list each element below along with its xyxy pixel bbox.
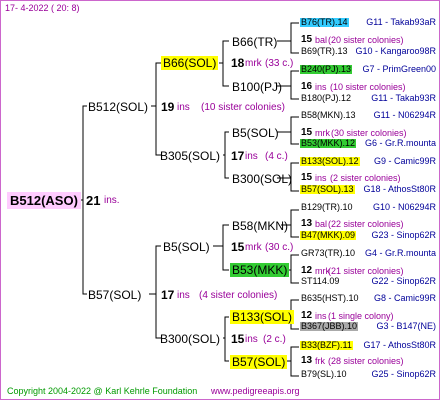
gen2-note-0: (33 c.): [265, 58, 294, 69]
gen4-node-2[interactable]: B240(PJ).13: [300, 65, 353, 74]
gen3-note-0: (20 sister colonies): [328, 35, 404, 45]
gen1-unit-1: ins: [177, 290, 190, 301]
gen3-node-1[interactable]: B100(PJ): [230, 80, 284, 94]
gen2-unit-0: mrk: [245, 58, 262, 69]
gen4-lineage-3: G11 - Takab93R: [371, 93, 436, 103]
footer-url[interactable]: www.pedigreeapis.org: [211, 387, 300, 396]
gen1-node-1[interactable]: B57(SOL): [86, 288, 143, 302]
gen2-note-3: (2 c.): [263, 334, 286, 345]
gen3-note-7: (28 sister colonies): [328, 356, 404, 366]
gen4-lineage-5: G6 - Gr.R.mounta: [364, 138, 436, 148]
gen4-node-6[interactable]: B133(SOL).12: [300, 157, 360, 166]
gen3-node-3[interactable]: B300(SOL): [230, 172, 294, 186]
gen4-lineage-0: G11 - Takab93aR: [366, 17, 436, 27]
gen2-note-1: (4 c.): [265, 151, 288, 162]
gen4-lineage-15: G25 - Sinop62R: [371, 369, 436, 379]
gen3-count-2: 15: [301, 127, 313, 138]
gen3-note-3: (2 sister colonies): [330, 173, 401, 183]
gen2-node-0[interactable]: B66(SOL): [161, 56, 219, 70]
gen2-unit-1: ins: [245, 151, 258, 162]
gen1-node-0[interactable]: B512(SOL): [86, 100, 150, 114]
gen3-count-1: 16: [301, 81, 313, 92]
gen4-node-4[interactable]: B58(MKN).13: [300, 111, 357, 120]
gen3-count-7: 13: [301, 355, 313, 366]
gen4-lineage-13: G3 - B147(NE): [376, 321, 436, 331]
gen3-node-4[interactable]: B58(MKN): [230, 219, 290, 233]
header-date: 17- 4-2022 ( 20: 8): [5, 3, 80, 13]
gen1-unit-0: ins: [177, 102, 190, 113]
gen2-count-0: 18: [231, 56, 245, 70]
gen3-unit-2: mrk: [315, 128, 330, 138]
gen3-count-0: 15: [301, 34, 313, 45]
gen1-note-0: (10 sister colonies): [201, 102, 285, 113]
gen4-node-13[interactable]: B367(JBB).10: [300, 322, 359, 331]
gen2-note-2: (30 c.): [265, 242, 294, 253]
gen3-note-6: (1 single colony): [328, 311, 394, 321]
gen1-count-0: 19: [161, 100, 175, 114]
gen3-count-4: 13: [301, 218, 313, 229]
gen3-unit-6: ins: [315, 311, 327, 321]
gen1-count-1: 17: [161, 288, 175, 302]
gen2-count-1: 17: [231, 149, 245, 163]
pedigree-frame: 17- 4-2022 ( 20: 8) B512(ASO) 21 ins. B5…: [0, 0, 440, 400]
gen2-unit-3: ins: [245, 334, 258, 345]
gen2-node-2[interactable]: B5(SOL): [161, 240, 212, 254]
gen4-lineage-14: G17 - AthosSt80R: [363, 340, 436, 350]
gen4-node-3[interactable]: B180(PJ).12: [300, 94, 352, 103]
gen4-node-10[interactable]: GR73(TR).10: [300, 249, 356, 258]
gen3-note-4: (22 sister colonies): [328, 219, 404, 229]
root-node[interactable]: B512(ASO): [7, 192, 81, 209]
root-count: 21: [86, 193, 101, 208]
gen1-note-1: (4 sister colonies): [199, 290, 278, 301]
gen3-unit-4: bal: [315, 219, 328, 229]
gen4-lineage-2: G7 - PrimGreen00: [362, 64, 436, 74]
gen2-count-2: 15: [231, 240, 245, 254]
gen3-count-5: 12: [301, 265, 313, 276]
gen2-node-1[interactable]: B305(SOL): [158, 149, 222, 163]
footer-copyright: Copyright 2004-2022 @ Karl Kehrle Founda…: [7, 386, 198, 396]
gen2-count-3: 15: [231, 332, 245, 346]
gen4-node-12[interactable]: B635(HST).10: [300, 294, 360, 303]
gen3-count-3: 15: [301, 172, 313, 183]
gen3-unit-3: ins: [315, 173, 327, 183]
gen3-unit-1: ins: [315, 82, 327, 92]
gen4-node-9[interactable]: B47(MKK).09: [300, 231, 357, 240]
gen2-node-3[interactable]: B300(SOL): [158, 332, 222, 346]
root-unit: ins.: [104, 195, 120, 206]
gen4-lineage-9: G23 - Sinop62R: [371, 230, 436, 240]
gen4-node-15[interactable]: B79(SL).10: [300, 370, 348, 379]
gen3-note-1: (10 sister colonies): [330, 82, 406, 92]
gen4-node-8[interactable]: B129(TR).10: [300, 203, 354, 212]
gen4-node-1[interactable]: B69(TR).13: [300, 47, 349, 56]
gen4-lineage-8: G10 - N06294R: [372, 202, 436, 212]
gen4-lineage-12: G8 - Camic99R: [373, 293, 436, 303]
gen3-unit-0: bal: [315, 35, 328, 45]
gen3-note-2: (30 sister colonies): [331, 128, 407, 138]
gen2-unit-2: mrk: [245, 242, 262, 253]
gen3-node-2[interactable]: B5(SOL): [230, 126, 281, 140]
gen4-node-7[interactable]: B57(SOL).13: [300, 185, 355, 194]
gen4-lineage-7: G18 - AthosSt80R: [363, 184, 436, 194]
gen4-node-11[interactable]: ST114.09: [300, 277, 340, 286]
gen3-node-0[interactable]: B66(TR): [230, 35, 279, 49]
gen4-node-0[interactable]: B76(TR).14: [300, 18, 349, 27]
gen4-node-14[interactable]: B33(BZF).11: [300, 341, 353, 350]
gen3-unit-7: frk: [315, 356, 325, 366]
gen3-node-7[interactable]: B57(SOL): [230, 355, 288, 369]
gen3-node-6[interactable]: B133(SOL): [230, 310, 295, 324]
gen4-lineage-4: G11 - N06294R: [373, 110, 436, 120]
gen3-node-5[interactable]: B53(MKK): [230, 263, 290, 277]
gen3-note-5: (21 sister colonies): [328, 266, 404, 276]
gen4-lineage-1: G10 - Kangaroo98R: [355, 46, 436, 56]
gen4-lineage-6: G9 - Camic99R: [373, 156, 436, 166]
gen3-count-6: 12: [301, 310, 313, 321]
gen4-lineage-10: G4 - Gr.R.mounta: [364, 248, 436, 258]
gen4-node-5[interactable]: B53(MKK).12: [300, 139, 357, 148]
gen4-lineage-11: G22 - Sinop62R: [371, 276, 436, 286]
